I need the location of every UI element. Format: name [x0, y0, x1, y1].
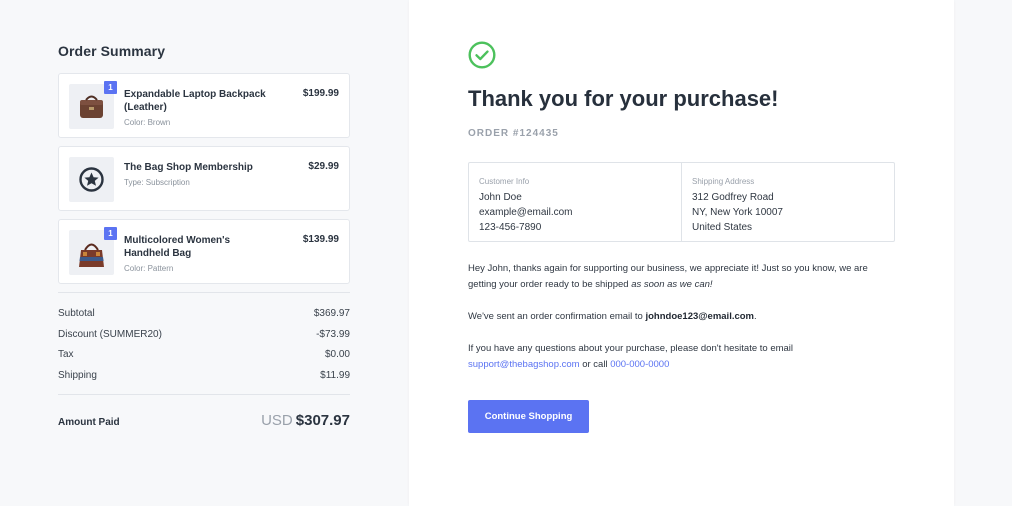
tax-row: Tax $0.00	[58, 349, 350, 370]
total-label: Subtotal	[58, 308, 95, 319]
total-value: $11.99	[320, 369, 350, 381]
total-label: Shipping	[58, 369, 97, 381]
list-item: 1 Expandable Laptop Backpack (Leather) C…	[58, 73, 350, 138]
shipping-address: Shipping Address 312 Godfrey Road NY, Ne…	[681, 163, 894, 241]
total-label: Discount (SUMMER20)	[58, 328, 162, 340]
subtotal-row: Subtotal $369.97	[58, 308, 350, 329]
item-price: $199.99	[302, 88, 339, 99]
quantity-badge: 1	[104, 81, 117, 94]
discount-row: Discount (SUMMER20) -$73.99	[58, 329, 350, 350]
check-circle-icon	[468, 41, 496, 74]
order-summary: Order Summary 1 Expandable Laptop Backpa…	[58, 43, 350, 429]
total-value: -$73.99	[316, 328, 350, 340]
thanks-message: Hey John, thanks again for supporting ou…	[468, 261, 898, 293]
quantity-badge: 1	[104, 227, 117, 240]
star-icon	[69, 157, 114, 202]
item-meta: Type: Subscription	[124, 178, 190, 187]
amount-paid-number: $307.97	[295, 412, 350, 429]
totals-list: Subtotal $369.97 Discount (SUMMER20) -$7…	[58, 308, 350, 390]
address-line1: 312 Godfrey Road	[692, 192, 774, 203]
confirmation-panel: Thank you for your purchase! ORDER #1244…	[409, 0, 954, 506]
item-meta: Color: Brown	[124, 118, 171, 127]
customer-phone: 123-456-7890	[479, 222, 542, 233]
customer-info: Customer Info John Doe example@email.com…	[469, 163, 681, 241]
support-phone-link[interactable]: 000-000-0000	[610, 359, 669, 370]
summary-title: Order Summary	[58, 43, 166, 59]
item-meta: Color: Pattern	[124, 264, 174, 273]
item-price: $139.99	[302, 234, 339, 245]
currency-code: USD	[261, 412, 293, 429]
list-item: The Bag Shop Membership Type: Subscripti…	[58, 146, 350, 211]
item-name: The Bag Shop Membership	[124, 162, 253, 173]
support-message-or: or call	[579, 359, 611, 370]
item-name: Multicolored Women's Handheld Bag	[124, 235, 231, 259]
order-items-list: 1 Expandable Laptop Backpack (Leather) C…	[58, 73, 350, 284]
backpack-image: 1	[69, 81, 117, 129]
total-label: Tax	[58, 349, 74, 360]
thanks-message-emphasis: as soon as we can!	[631, 279, 713, 290]
shipping-address-label: Shipping Address	[692, 177, 755, 186]
continue-shopping-button[interactable]: Continue Shopping	[468, 400, 589, 433]
support-message: If you have any questions about your pur…	[468, 341, 898, 373]
order-number: ORDER #124435	[468, 128, 559, 139]
total-value: $369.97	[313, 308, 350, 319]
address-line3: United States	[692, 222, 753, 233]
divider	[58, 292, 350, 293]
list-item: 1 Multicolored Women's Handheld Bag Colo…	[58, 219, 350, 284]
total-value: $0.00	[324, 349, 350, 360]
amount-paid-label: Amount Paid	[58, 417, 120, 428]
address-line2: NY, New York 10007	[692, 207, 783, 218]
shipping-row: Shipping $11.99	[58, 370, 350, 391]
support-email-link[interactable]: support@thebagshop.com	[468, 359, 580, 370]
amount-paid-row: Amount Paid USD $307.97	[58, 412, 350, 429]
divider	[58, 394, 350, 395]
customer-email: example@email.com	[479, 207, 573, 218]
item-price: $29.99	[308, 161, 339, 172]
customer-name: John Doe	[479, 192, 522, 203]
customer-info-label: Customer Info	[479, 177, 530, 186]
info-box: Customer Info John Doe example@email.com…	[468, 162, 895, 242]
email-message: We've sent an order confirmation email t…	[468, 309, 898, 325]
handbag-image: 1	[69, 227, 117, 275]
support-message-text: If you have any questions about your pur…	[468, 343, 794, 354]
item-name: Expandable Laptop Backpack (Leather)	[124, 89, 266, 113]
email-message-text: We've sent an order confirmation email t…	[468, 311, 646, 322]
email-message-end: .	[754, 311, 757, 322]
confirmation-email: johndoe123@email.com	[645, 311, 755, 322]
amount-paid-value: USD $307.97	[261, 412, 350, 429]
page-title: Thank you for your purchase!	[468, 86, 779, 111]
